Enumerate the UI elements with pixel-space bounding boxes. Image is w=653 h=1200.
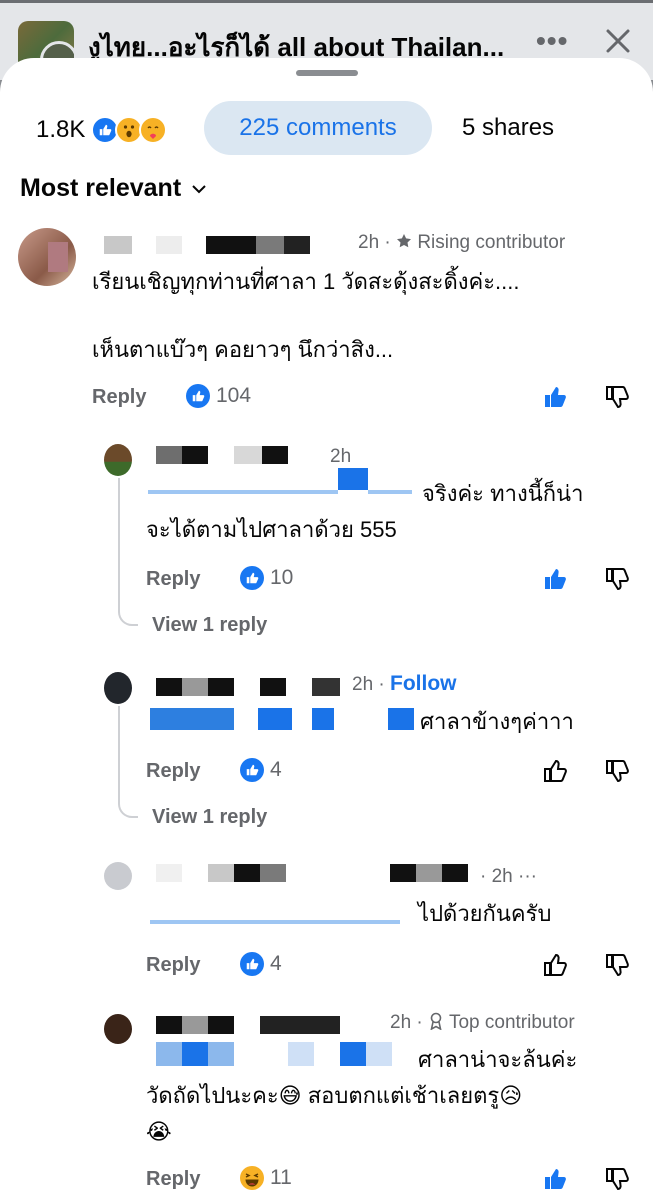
like-icon <box>240 952 264 976</box>
comment-text: ศาลาน่าจะล้นค่ะ วัดถัดไปนะคะ😅 สอบตกแต่เช… <box>146 1047 578 1144</box>
comment-time[interactable]: 2h <box>352 674 373 695</box>
thread-connector <box>118 798 138 818</box>
upvote-icon[interactable] <box>542 1166 568 1192</box>
comment-time: · 2h ··· <box>480 866 538 887</box>
avatar-redaction <box>48 242 68 272</box>
like-count[interactable]: 4 <box>240 758 282 782</box>
contributor-badge: Top contributor <box>448 1012 575 1033</box>
tab-comments[interactable]: 225 comments <box>204 101 432 155</box>
thread-connector <box>118 606 138 626</box>
like-count-value: 11 <box>270 1166 292 1189</box>
chevron-down-icon <box>192 184 206 193</box>
comment-text: ศาลาข้างๆค่าาา <box>420 709 574 734</box>
upvote-icon[interactable] <box>542 566 568 592</box>
comment-time[interactable]: 2h <box>330 446 351 468</box>
reply-button[interactable]: Reply <box>146 568 200 591</box>
comment-text: เรียนเชิญทุกท่านที่ศาลา 1 วัดสะดุ้งสะดิ้… <box>92 269 520 294</box>
reply-button[interactable]: Reply <box>92 386 146 409</box>
award-icon <box>430 1012 442 1031</box>
avatar[interactable] <box>104 444 132 476</box>
view-replies-link[interactable]: View 1 reply <box>152 614 267 637</box>
sort-dropdown[interactable]: Most relevant <box>20 174 207 203</box>
comment-time[interactable]: 2h <box>390 1012 411 1033</box>
avatar[interactable] <box>104 862 132 890</box>
star-icon <box>397 234 412 248</box>
haha-icon <box>240 1166 264 1190</box>
reply-button[interactable]: Reply <box>146 954 200 977</box>
commenter-name-redacted[interactable] <box>156 446 288 464</box>
downvote-icon[interactable] <box>604 952 630 978</box>
reaction-count: 1.8K <box>36 116 86 143</box>
avatar[interactable] <box>18 228 76 286</box>
comment-text: ไปด้วยกันครับ <box>418 901 552 926</box>
more-options-icon[interactable]: ••• <box>536 25 568 57</box>
like-count-value: 4 <box>270 952 282 975</box>
downvote-icon[interactable] <box>604 566 630 592</box>
comment-time[interactable]: 2h <box>358 232 379 253</box>
like-count[interactable]: 4 <box>240 952 282 976</box>
reply-button[interactable]: Reply <box>146 1168 200 1191</box>
close-icon[interactable] <box>600 23 636 59</box>
like-count-value: 104 <box>216 384 252 407</box>
downvote-icon[interactable] <box>604 384 630 410</box>
follow-button[interactable]: Follow <box>390 672 457 695</box>
comment-text-2: เห็นตาแบ๊วๆ คอยาวๆ นึกว่าสิง... <box>92 337 394 362</box>
downvote-icon[interactable] <box>604 758 630 784</box>
avatar[interactable] <box>104 1014 132 1044</box>
upvote-icon[interactable] <box>542 952 568 978</box>
like-count-value: 4 <box>270 758 282 781</box>
mention-redacted[interactable] <box>150 708 420 730</box>
like-icon <box>240 566 264 590</box>
like-count[interactable]: 10 <box>240 566 293 590</box>
tab-shares[interactable]: 5 shares <box>462 114 554 142</box>
like-count-value: 10 <box>270 566 294 589</box>
upvote-icon[interactable] <box>542 384 568 410</box>
commenter-name-redacted[interactable] <box>156 678 340 696</box>
upvote-icon[interactable] <box>542 758 568 784</box>
downvote-icon[interactable] <box>604 1166 630 1192</box>
sort-label: Most relevant <box>20 174 182 202</box>
comment-meta: 2h · Rising contributor <box>358 232 566 253</box>
like-icon <box>240 758 264 782</box>
comment-meta: 2h · Follow <box>352 672 457 695</box>
thread-line <box>118 478 120 608</box>
mention-redacted[interactable] <box>150 896 410 924</box>
commenter-name-redacted[interactable] <box>156 1016 370 1034</box>
avatar[interactable] <box>104 672 132 704</box>
care-icon <box>139 116 168 144</box>
contributor-badge: Rising contributor <box>417 232 566 253</box>
comment-meta: 2h · Top contributor <box>390 1012 575 1033</box>
reply-button[interactable]: Reply <box>146 760 200 783</box>
reaction-summary[interactable]: 1.8K <box>36 114 168 146</box>
commenter-name-redacted[interactable] <box>104 236 336 254</box>
like-icon <box>186 384 210 408</box>
sheet-grabber[interactable] <box>296 70 358 76</box>
comments-sheet: 1.8K 225 comments 5 shares Most relevant… <box>0 58 653 1200</box>
comment-text: จริงค่ะ ทางนี้ก็น่า จะได้ตามไปศาลาด้วย 5… <box>146 481 584 542</box>
like-count[interactable]: 11 <box>240 1166 292 1190</box>
commenter-name-redacted[interactable] <box>156 864 468 882</box>
view-replies-link[interactable]: View 1 reply <box>152 806 267 829</box>
comment-time-value[interactable]: 2h <box>492 866 513 887</box>
thread-line <box>118 706 120 800</box>
like-count[interactable]: 104 <box>186 384 251 408</box>
